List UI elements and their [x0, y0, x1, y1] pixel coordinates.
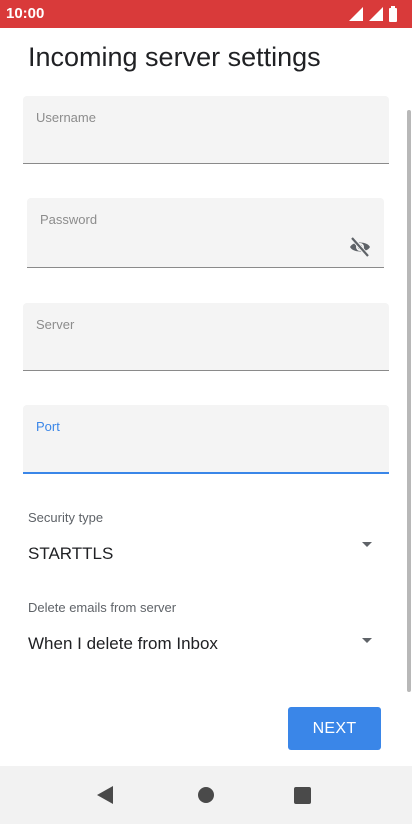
navigation-bar	[0, 766, 412, 824]
battery-icon	[389, 6, 397, 22]
delete-emails-value[interactable]: When I delete from Inbox	[28, 634, 218, 654]
chevron-down-icon[interactable]	[362, 542, 372, 547]
password-field[interactable]: Password	[27, 198, 384, 268]
scrollbar[interactable]	[407, 110, 411, 692]
home-icon[interactable]	[198, 787, 214, 803]
signal-icon	[369, 7, 383, 21]
port-field[interactable]: Port	[23, 405, 389, 474]
server-field[interactable]: Server	[23, 303, 389, 371]
password-input[interactable]	[40, 239, 344, 259]
security-type-label: Security type	[28, 510, 104, 525]
status-bar: 10:00	[0, 0, 412, 28]
username-input[interactable]	[36, 135, 349, 155]
chevron-down-icon[interactable]	[362, 638, 372, 643]
username-field[interactable]: Username	[23, 96, 389, 164]
password-label: Password	[40, 212, 98, 227]
visibility-off-icon[interactable]	[348, 235, 372, 259]
page-title: Incoming server settings	[28, 42, 321, 72]
server-input[interactable]	[36, 342, 349, 362]
delete-emails-label: Delete emails from server	[28, 600, 177, 615]
status-icons	[348, 6, 398, 22]
username-label: Username	[36, 110, 96, 125]
next-button[interactable]: NEXT	[288, 707, 381, 750]
back-icon[interactable]	[97, 786, 113, 804]
server-label: Server	[36, 317, 75, 332]
recents-icon[interactable]	[294, 787, 311, 804]
port-input[interactable]	[36, 444, 349, 464]
signal-icon	[349, 7, 363, 21]
security-type-value[interactable]: STARTTLS	[28, 544, 113, 564]
port-label: Port	[36, 419, 60, 434]
status-time: 10:00	[6, 5, 45, 22]
